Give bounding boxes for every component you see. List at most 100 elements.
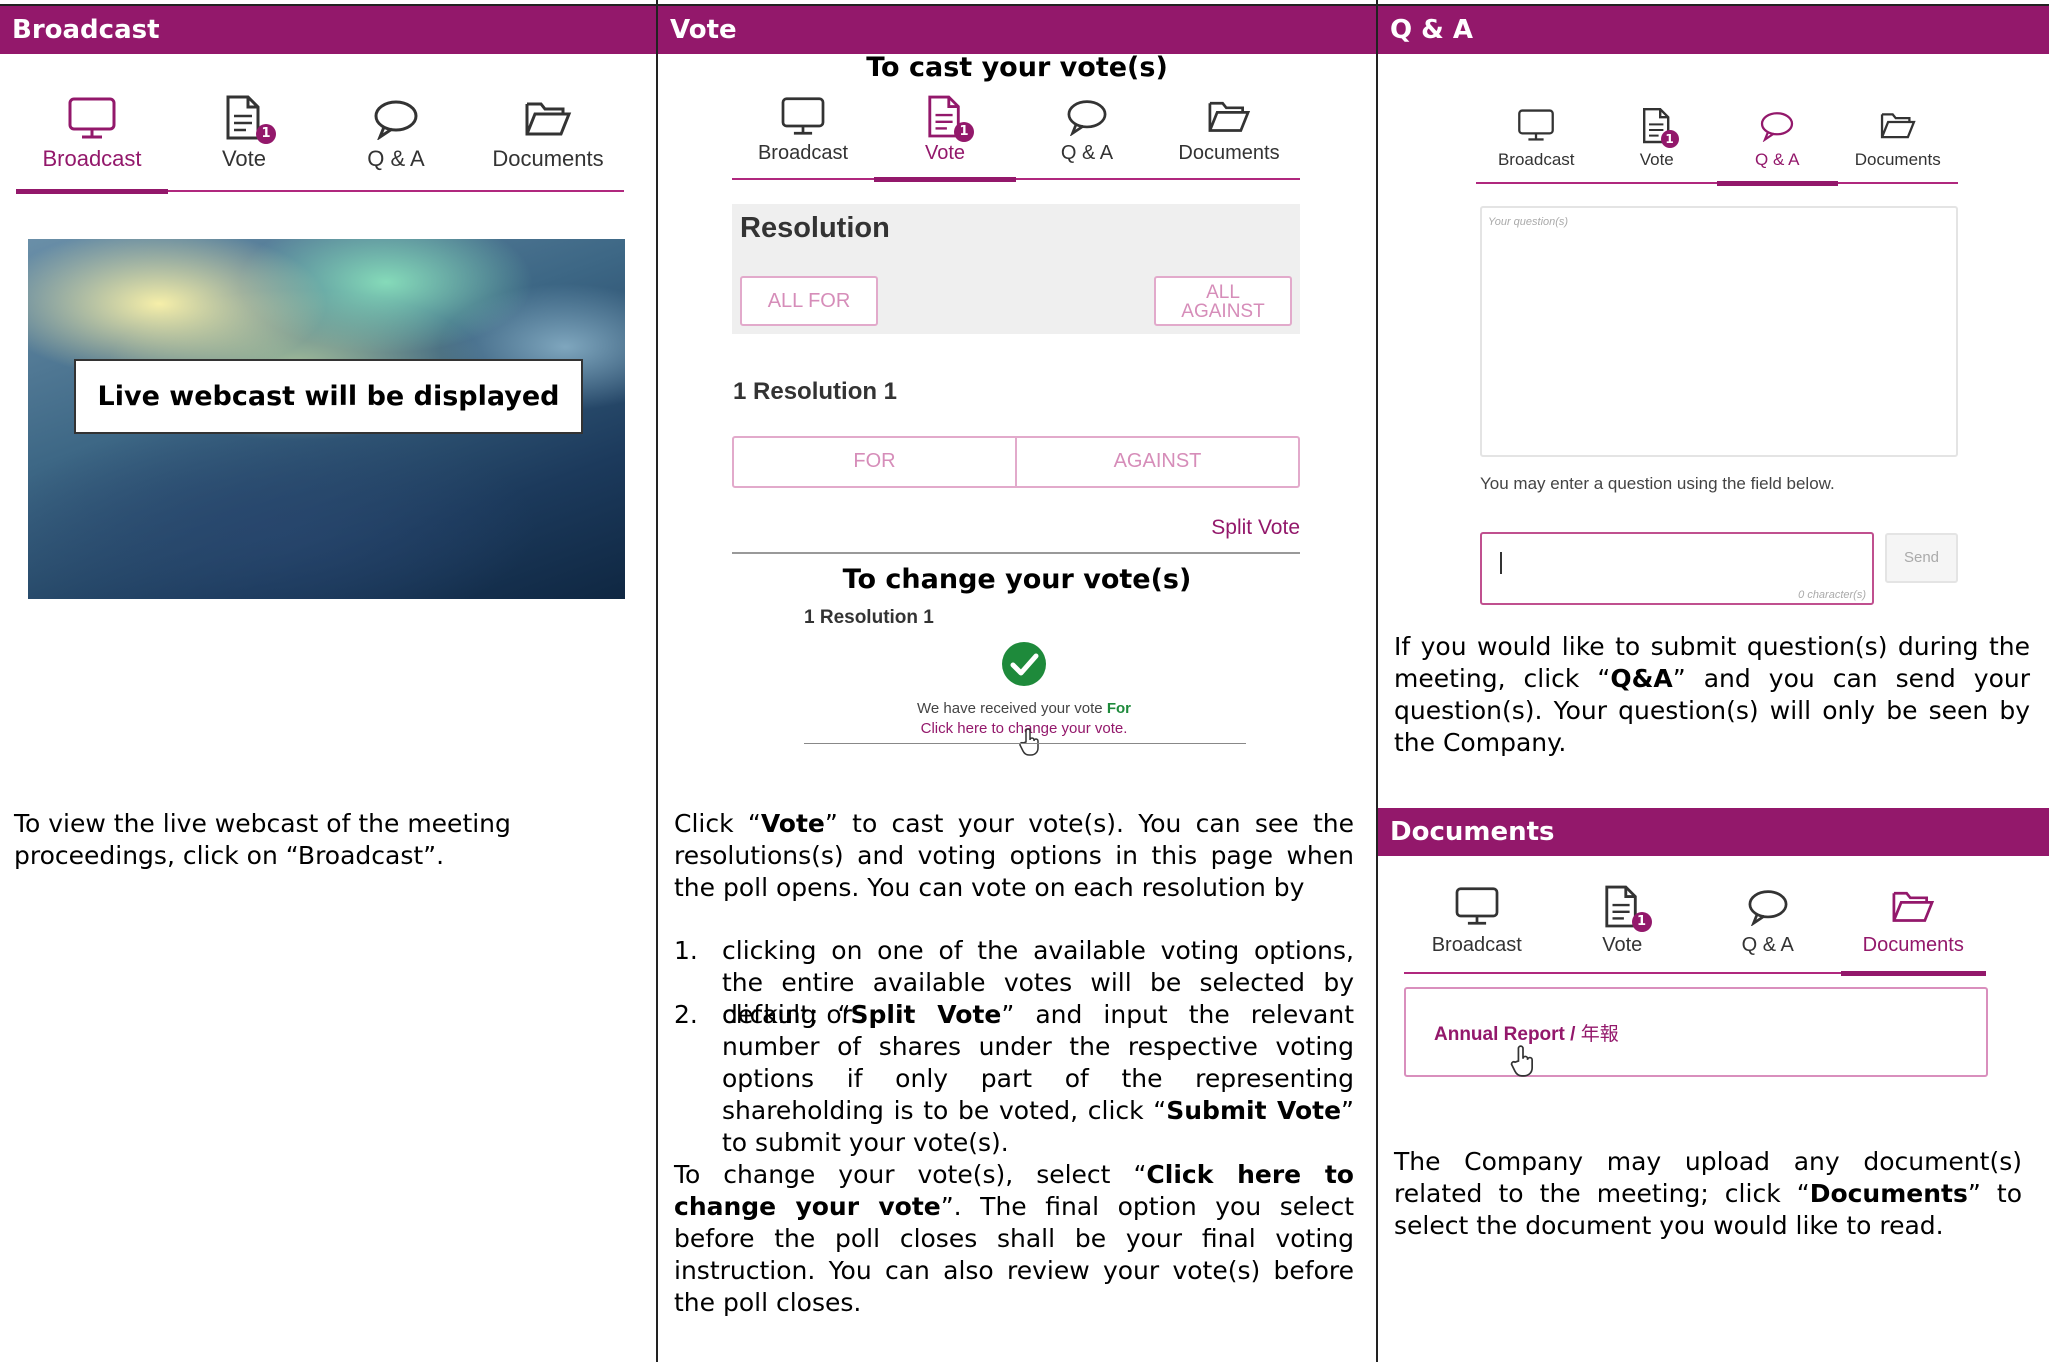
- tab-broadcast[interactable]: Broadcast: [16, 92, 168, 194]
- vote-badge: 1: [1631, 912, 1652, 932]
- tab-broadcast[interactable]: Broadcast: [732, 92, 874, 178]
- header-documents: Documents: [1378, 808, 2049, 856]
- tab-documents-label: Documents: [1178, 142, 1280, 164]
- tab-broadcast[interactable]: Broadcast: [1476, 104, 1597, 182]
- li2-num: 2.: [674, 1000, 698, 1029]
- li2-b: Split Vote: [850, 1000, 1002, 1029]
- documents-nav: Broadcast 1 Vote Q & A Documents: [1404, 882, 1987, 976]
- folder-icon: [1892, 891, 1935, 922]
- li2-d: Submit Vote: [1166, 1096, 1342, 1125]
- speech-bubble-icon: [1067, 100, 1107, 136]
- vote-badge: 1: [954, 122, 974, 142]
- vote-badge: 1: [1660, 130, 1679, 148]
- header-vote: Vote: [658, 6, 1376, 54]
- tab-qa-label: Q & A: [1741, 934, 1794, 956]
- for-button[interactable]: FOR: [734, 438, 1017, 486]
- question-input[interactable]: 0 character(s): [1480, 532, 1874, 605]
- tab-vote-label: Vote: [1602, 934, 1643, 956]
- resolution-panel: Resolution ALL FOR ALL AGAINST: [732, 204, 1300, 334]
- char-count: 0 character(s): [1798, 589, 1866, 601]
- resolution-item-title: 1 Resolution 1: [733, 378, 898, 405]
- tab-vote[interactable]: 1 Vote: [168, 92, 320, 190]
- all-against-label: ALL AGAINST: [1181, 282, 1265, 322]
- monitor-icon: [781, 97, 825, 135]
- document-title-zh: 年報: [1580, 1024, 1619, 1045]
- document-title-sep: /: [1564, 1024, 1581, 1045]
- tab-vote-label: Vote: [924, 142, 966, 164]
- column-divider-1: [656, 0, 658, 1362]
- document-title-en: Annual Report: [1434, 1024, 1565, 1045]
- monitor-icon: [1518, 109, 1555, 141]
- tab-vote[interactable]: 1 Vote: [874, 92, 1016, 182]
- webcast-label: Live webcast will be displayed: [74, 359, 583, 434]
- all-for-button[interactable]: ALL FOR: [740, 276, 878, 326]
- qa-instructions: If you would like to submit question(s) …: [1394, 631, 2030, 759]
- question-textarea[interactable]: Your question(s): [1480, 206, 1958, 457]
- tab-documents-label: Documents: [1854, 150, 1941, 169]
- folder-icon: [1208, 101, 1251, 132]
- p2-a: To change your vote(s), select “: [674, 1160, 1147, 1189]
- document-list-item[interactable]: Annual Report / 年報: [1404, 987, 1988, 1077]
- cast-title: To cast your vote(s): [866, 52, 1168, 83]
- tab-broadcast-label: Broadcast: [1431, 934, 1522, 956]
- all-against-button[interactable]: ALL AGAINST: [1154, 276, 1292, 326]
- tab-broadcast-label: Broadcast: [757, 142, 849, 164]
- header-qa: Q & A: [1378, 6, 2049, 54]
- speech-bubble-icon: [1748, 890, 1788, 926]
- tab-vote[interactable]: 1 Vote: [1597, 104, 1718, 182]
- documents-instructions: The Company may upload any document(s) r…: [1394, 1146, 2022, 1242]
- tab-vote[interactable]: 1 Vote: [1550, 882, 1696, 972]
- split-vote-link[interactable]: Split Vote: [1100, 516, 1300, 540]
- folder-icon: [1880, 113, 1916, 139]
- change-resolution-title: 1 Resolution 1: [804, 607, 934, 628]
- qa-nav: Broadcast 1 Vote Q & A Documents: [1476, 104, 1959, 186]
- tab-documents-label: Documents: [1862, 934, 1964, 956]
- tab-vote-label: Vote: [1639, 150, 1674, 169]
- header-broadcast: Broadcast: [0, 6, 656, 54]
- tab-qa[interactable]: Q & A: [320, 92, 472, 190]
- vote-instructions: Click “Vote” to cast your vote(s). You c…: [674, 808, 1354, 904]
- tab-documents[interactable]: Documents: [1840, 882, 1987, 976]
- broadcast-nav: Broadcast 1 Vote Q & A Documents: [16, 92, 624, 194]
- vote-options: FOR AGAINST: [732, 436, 1300, 488]
- qa-hint: You may enter a question using the field…: [1480, 474, 1835, 493]
- tab-qa[interactable]: Q & A: [1717, 104, 1838, 186]
- tab-broadcast[interactable]: Broadcast: [1404, 882, 1550, 972]
- folder-icon: [525, 102, 572, 136]
- vote-change-instructions: To change your vote(s), select “Click he…: [674, 1159, 1354, 1319]
- hand-pointer-icon: [1019, 728, 1039, 756]
- text-cursor: [1500, 552, 1502, 574]
- tab-documents[interactable]: Documents: [472, 92, 624, 190]
- tab-qa[interactable]: Q & A: [1016, 92, 1158, 178]
- send-button[interactable]: Send: [1885, 533, 1958, 583]
- vote-list-item-2: 2. clicking “Split Vote” and input the r…: [674, 999, 1354, 1159]
- p1-a: Click “: [674, 809, 761, 838]
- broadcast-instruction: To view the live webcast of the meeting …: [14, 809, 511, 870]
- qa-p-b: Q&A: [1610, 664, 1673, 693]
- tab-qa-label: Q & A: [367, 146, 425, 171]
- document-title: Annual Report / 年報: [1434, 1019, 1619, 1046]
- resolution-heading: Resolution: [740, 212, 890, 244]
- column-divider-2: [1376, 0, 1378, 1362]
- tab-documents[interactable]: Documents: [1158, 92, 1300, 178]
- tab-broadcast-label: Broadcast: [42, 146, 142, 171]
- question-placeholder: Your question(s): [1488, 216, 1569, 228]
- li2-a: clicking “: [722, 1000, 851, 1029]
- tab-qa-label: Q & A: [1755, 150, 1800, 169]
- doc-p-b: Documents: [1809, 1179, 1968, 1208]
- change-title: To change your vote(s): [842, 564, 1192, 595]
- against-button[interactable]: AGAINST: [1017, 438, 1298, 486]
- vote-badge: 1: [256, 124, 276, 144]
- tab-documents[interactable]: Documents: [1838, 104, 1959, 182]
- check-circle-icon: [1002, 642, 1046, 686]
- tab-qa[interactable]: Q & A: [1695, 882, 1841, 972]
- change-divider: [804, 743, 1246, 744]
- vote-divider: [732, 552, 1300, 554]
- hand-pointer-icon: [1510, 1045, 1533, 1077]
- li1-num: 1.: [674, 936, 698, 965]
- monitor-icon: [68, 97, 116, 139]
- monitor-icon: [1455, 887, 1499, 925]
- speech-bubble-icon: [1761, 112, 1794, 142]
- received-message: We have received your vote: [917, 700, 1103, 717]
- vote-received-text: We have received your vote For: [804, 700, 1244, 717]
